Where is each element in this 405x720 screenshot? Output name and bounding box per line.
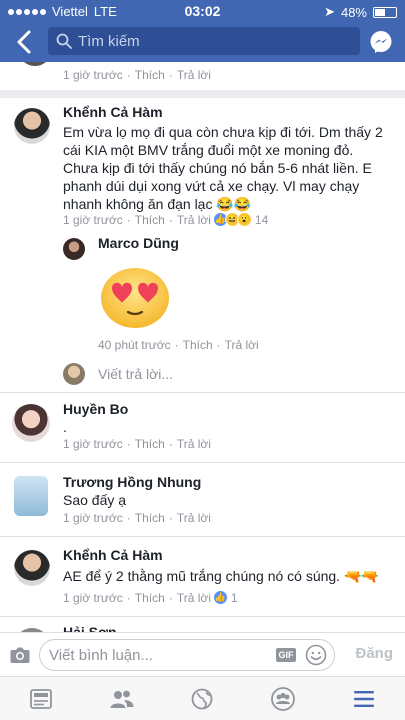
reaction-count: 14 bbox=[254, 212, 269, 227]
divider bbox=[0, 616, 405, 617]
like-link[interactable]: Thích bbox=[135, 213, 165, 227]
commenter-name[interactable]: Khểnh Cả Hàm bbox=[63, 104, 163, 120]
comment-meta: 40 phút trước · Thích · Trả lời bbox=[98, 338, 259, 352]
avatar bbox=[63, 363, 85, 385]
comment-meta: 1 giờ trước · Thích · Trả lời bbox=[63, 68, 211, 82]
divider bbox=[0, 536, 405, 537]
comment-composer: Viết bình luận... GIF Đăng bbox=[0, 632, 405, 676]
commenter-name[interactable]: Huyền Bo bbox=[63, 401, 128, 417]
avatar[interactable] bbox=[14, 550, 50, 586]
commenter-name[interactable]: Marco Dũng bbox=[98, 235, 179, 251]
reaction-summary[interactable]: 👍 😆 😮 bbox=[212, 212, 252, 227]
comment-time: 1 giờ trước bbox=[63, 511, 123, 525]
sticker-icon[interactable] bbox=[305, 644, 327, 666]
reply-link[interactable]: Trả lời bbox=[225, 338, 259, 352]
search-placeholder: Tìm kiếm bbox=[78, 32, 140, 50]
messenger-icon[interactable] bbox=[369, 30, 393, 54]
reply-link[interactable]: Trả lời bbox=[177, 437, 211, 451]
reply-link[interactable]: Trả lời bbox=[177, 591, 211, 605]
comment-text: Sao đấy ạ bbox=[63, 492, 127, 508]
comment-text: . bbox=[63, 419, 67, 435]
battery-icon bbox=[373, 6, 397, 18]
groups-icon bbox=[271, 687, 295, 711]
comment-time: 1 giờ trước bbox=[63, 590, 123, 605]
reply-link[interactable]: Trả lời bbox=[177, 68, 211, 82]
comment-line: nhanh không ăn đạn lạc 😂😂 bbox=[63, 196, 252, 212]
gif-button[interactable]: GIF bbox=[276, 648, 296, 662]
tab-menu[interactable] bbox=[349, 685, 379, 713]
comment-placeholder: Viết bình luận... bbox=[49, 646, 153, 664]
comment-text: AE để ý 2 thằng mũ trắng chúng nó có sún… bbox=[63, 568, 379, 584]
post-button[interactable]: Đăng bbox=[356, 645, 394, 662]
heart-eyes-sticker bbox=[101, 268, 169, 328]
commenter-name[interactable]: Hải Sơn bbox=[63, 624, 117, 632]
bottom-tab-bar bbox=[0, 676, 405, 720]
avatar[interactable] bbox=[18, 62, 52, 66]
comment-time: 1 giờ trước bbox=[63, 68, 123, 82]
like-link[interactable]: Thích bbox=[135, 68, 165, 82]
comment-input[interactable]: Viết bình luận... GIF bbox=[39, 639, 335, 671]
comment-line: Em vừa lọ mọ đi qua còn chưa kịp đi tới.… bbox=[63, 124, 383, 140]
friends-icon bbox=[110, 690, 134, 708]
reply-link[interactable]: Trả lời bbox=[177, 511, 211, 525]
avatar[interactable] bbox=[12, 404, 50, 442]
camera-icon[interactable] bbox=[10, 646, 30, 664]
like-reaction-icon: 👍 bbox=[212, 590, 228, 605]
comment-meta: 1 giờ trước · Thích · Trả lời bbox=[63, 511, 211, 525]
tab-notifications[interactable] bbox=[187, 685, 217, 713]
divider bbox=[0, 392, 405, 393]
battery-percent: 48% bbox=[340, 4, 367, 20]
comment-line: cái KIA một BMV trắng đuổi một xe moning… bbox=[63, 142, 354, 158]
comment-time: 1 giờ trước bbox=[63, 437, 123, 451]
search-icon bbox=[56, 33, 72, 49]
tab-friend-requests[interactable] bbox=[107, 685, 137, 713]
back-arrow-icon[interactable] bbox=[12, 28, 38, 56]
comment-meta: 1 giờ trước · Thích · Trả lời 👍 1 bbox=[63, 590, 238, 605]
comment-meta: 1 giờ trước · Thích · Trả lời 👍 😆 😮 14 bbox=[63, 212, 269, 227]
comment-meta: 1 giờ trước · Thích · Trả lời bbox=[63, 437, 211, 451]
location-icon: ➤ bbox=[324, 4, 335, 19]
like-link[interactable]: Thích bbox=[135, 591, 165, 605]
comment-time: 40 phút trước bbox=[98, 338, 171, 352]
comment-text: Em vừa lọ mọ đi qua còn chưa kịp đi tới.… bbox=[63, 123, 393, 213]
avatar[interactable] bbox=[14, 476, 48, 516]
avatar[interactable] bbox=[63, 238, 85, 260]
wow-reaction-icon: 😮 bbox=[236, 212, 252, 227]
like-link[interactable]: Thích bbox=[135, 437, 165, 451]
search-input[interactable]: Tìm kiếm bbox=[48, 27, 360, 55]
commenter-name[interactable]: Khểnh Cả Hàm bbox=[63, 547, 163, 563]
commenter-name[interactable]: Trương Hồng Nhung bbox=[63, 474, 201, 490]
status-bar: Viettel LTE 03:02 ➤ 48% bbox=[0, 0, 405, 22]
like-link[interactable]: Thích bbox=[135, 511, 165, 525]
reaction-summary[interactable]: 👍 bbox=[212, 590, 228, 605]
tab-groups[interactable] bbox=[268, 685, 298, 713]
avatar[interactable] bbox=[14, 108, 50, 144]
comment-list: 1 giờ trước · Thích · Trả lời Khểnh Cả H… bbox=[0, 62, 405, 632]
write-reply-input[interactable]: Viết trả lời... bbox=[98, 366, 173, 382]
comment-line: Chưa kịp đi tới thấy chúng nó bắn 5-6 nh… bbox=[63, 160, 372, 176]
top-navbar: Tìm kiếm bbox=[0, 22, 405, 62]
comment-time: 1 giờ trước bbox=[63, 212, 123, 227]
globe-icon bbox=[191, 688, 213, 710]
reaction-count: 1 bbox=[230, 590, 238, 605]
news-feed-icon bbox=[30, 689, 52, 709]
divider bbox=[0, 90, 405, 98]
comment-line: phanh dúi dụi xong vứt cả xe chạy. Vl ma… bbox=[63, 178, 360, 194]
tab-news-feed[interactable] bbox=[26, 685, 56, 713]
divider bbox=[0, 462, 405, 463]
reply-link[interactable]: Trả lời bbox=[177, 213, 211, 227]
menu-icon bbox=[354, 691, 374, 707]
like-link[interactable]: Thích bbox=[183, 338, 213, 352]
